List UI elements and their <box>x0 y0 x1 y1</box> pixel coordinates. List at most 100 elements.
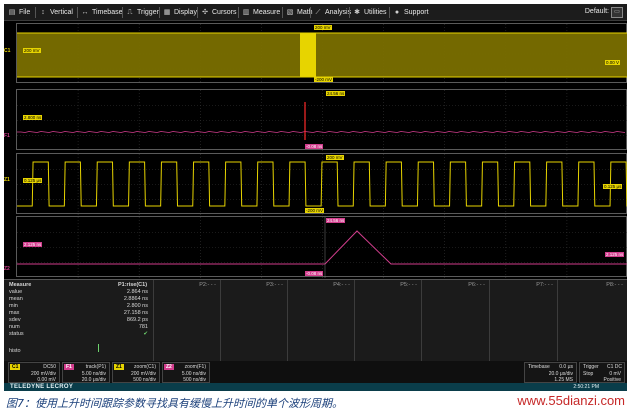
menu-file[interactable]: ▤ File <box>8 6 31 19</box>
timebase-descriptor[interactable]: Timebase 0.0 μs 20.0 μs/div 1.25 MS <box>524 362 577 383</box>
z1-descriptor-tag: Z1 <box>114 364 124 370</box>
cursor-bottom-label: -200 mV <box>305 208 325 213</box>
p5-title: P5:- - - <box>400 282 417 288</box>
measure-p5-column[interactable]: P5:- - - <box>355 280 422 362</box>
row-label-value: value <box>9 289 23 295</box>
cursor-top-label: 24.56 ns <box>326 218 346 223</box>
z2-descriptor[interactable]: Z2 zoom(F1) 5.00 ns/div 500 ns/div <box>162 362 210 383</box>
watermark: www.55dianzi.com <box>517 393 625 408</box>
menu-separator <box>238 7 239 18</box>
menu-timebase[interactable]: ↔ Timebase <box>81 6 123 19</box>
c1-descriptor[interactable]: C1 DC50 200 mV/div 0.00 mV <box>8 362 60 383</box>
row-label-status: status <box>9 331 24 337</box>
grid-f1-track[interactable]: 24.56 ns -0.08 ns 2.800 ns <box>16 89 627 151</box>
oscilloscope-screen: ▤ File ↕ Vertical ↔ Timebase ⎍ Trigger ▦ Disp… <box>4 4 627 391</box>
default-setup-icon: ▭ <box>614 9 620 15</box>
measure-p7-column[interactable]: P7:- - - <box>490 280 558 362</box>
row-label-max: max <box>9 310 20 316</box>
zoom-region-marker <box>300 33 316 77</box>
f1-channel-marker[interactable]: F1 <box>4 133 10 139</box>
c1-coupling: DC50 <box>43 364 56 370</box>
row-label-min: min <box>9 303 18 309</box>
status-ok-icon: ✔ <box>143 331 148 337</box>
menu-bar: ▤ File ↕ Vertical ↔ Timebase ⎍ Trigger ▦ Disp… <box>4 4 627 21</box>
menu-analysis[interactable]: ⟋ Analysis <box>314 6 352 19</box>
grid-c1-overview[interactable]: 200 mV -200 mV 200 mV 0.00 V <box>16 23 627 84</box>
c1-descriptor-tag: C1 <box>10 364 21 370</box>
cursor-bottom-label: -0.08 ns <box>305 144 324 149</box>
menu-separator <box>197 7 198 18</box>
f1-descriptor[interactable]: F1 track(P1) 5.00 ns/div 20.0 μs/div <box>62 362 110 383</box>
menu-separator <box>77 7 78 18</box>
z2-zoom-trace <box>17 217 627 278</box>
default-setup-label: Default: <box>584 8 609 15</box>
measure-p4-column[interactable]: P4:- - - <box>288 280 355 362</box>
p1-max: 27.158 ns <box>123 310 148 316</box>
menu-display[interactable]: ▦ Display <box>163 6 197 19</box>
measure-p3-column[interactable]: P3:- - - <box>221 280 288 362</box>
default-setup-button[interactable]: ▭ <box>611 7 623 18</box>
menu-utilities[interactable]: ✱ Utilities <box>353 6 387 19</box>
measure-p1-column[interactable]: Measure P1:rise(C1) value mean min max s… <box>4 280 154 362</box>
p7-title: P7:- - - <box>536 282 553 288</box>
p1-num: 781 <box>138 324 148 330</box>
z1-channel-marker[interactable]: Z1 <box>4 177 10 183</box>
p1-title: P1:rise(C1) <box>118 282 148 288</box>
histo-mini-bar <box>98 344 99 352</box>
menu-separator <box>389 7 390 18</box>
measure-p2-column[interactable]: P2:- - - <box>154 280 221 362</box>
menu-separator <box>122 7 123 18</box>
menu-separator <box>310 7 311 18</box>
menu-separator <box>282 7 283 18</box>
p2-title: P2:- - - <box>199 282 216 288</box>
row-label-sdev: sdev <box>9 317 21 323</box>
grid-z1-zoom[interactable]: 200 mV -200 mV 0.125 μs 0.125 μs <box>16 153 627 215</box>
timebase-title: Timebase <box>528 364 550 370</box>
file-icon: ▤ <box>8 9 16 16</box>
z1-zoom-trace <box>17 154 627 215</box>
z1-descriptor[interactable]: Z1 zoom(C1) 200 mV/div 500 ns/div <box>112 362 160 383</box>
menu-cursors[interactable]: ✣ Cursors <box>201 6 236 19</box>
c1-channel-marker[interactable]: C1 <box>4 48 10 54</box>
p3-title: P3:- - - <box>266 282 283 288</box>
trigger-icon: ⎍ <box>127 9 133 16</box>
cursors-icon: ✣ <box>202 9 208 16</box>
timebase-offset: 0.0 μs <box>559 364 573 370</box>
row-label-num: num <box>9 324 20 330</box>
menu-separator <box>159 7 160 18</box>
measure-title: Measure <box>9 282 32 288</box>
menu-measure[interactable]: ▥ Measure <box>242 6 281 19</box>
p1-min: 2.800 ns <box>126 303 148 309</box>
row-label-histo: histo <box>9 348 21 354</box>
menu-trigger[interactable]: ⎍ Trigger <box>126 6 159 19</box>
c1-envelope-fill <box>17 33 627 77</box>
z2-descriptor-tag: Z2 <box>164 364 174 370</box>
measure-p6-column[interactable]: P6:- - - <box>422 280 490 362</box>
measure-p8-column[interactable]: P8:- - - <box>558 280 627 362</box>
trigger-mode: Stop <box>583 371 594 377</box>
trigger-source: C1 DC <box>606 364 622 370</box>
utilities-icon: ✱ <box>354 9 360 16</box>
menu-math[interactable]: ▧ Math <box>286 6 313 19</box>
cursor-top-label: 24.56 ns <box>326 91 346 96</box>
f1-track-trace <box>17 90 627 151</box>
grid-z2-zoom[interactable]: 24.56 ns -0.08 ns 2.125 ns 2.125 ns <box>16 216 627 278</box>
cursor-top-label: 200 mV <box>314 25 332 30</box>
menu-support[interactable]: ● Support <box>393 6 429 19</box>
brand-bar: TELEDYNE LECROY 2:50:21 PM <box>4 383 627 391</box>
trigger-descriptor[interactable]: Trigger C1 DC Stop 0 mV Positive <box>579 362 625 383</box>
display-icon: ▦ <box>163 9 171 16</box>
menu-vertical[interactable]: ↕ Vertical <box>39 6 73 19</box>
support-icon: ● <box>394 9 400 16</box>
z2-channel-marker[interactable]: Z2 <box>4 266 10 272</box>
c1-overview-trace <box>17 24 627 84</box>
brand-logo-text: TELEDYNE LECROY <box>10 384 74 390</box>
right-level-label: 0.00 V <box>605 60 621 65</box>
clock: 2:50:21 PM <box>573 384 599 390</box>
z1-square-wave <box>17 161 627 207</box>
z2-function: zoom(F1) <box>184 364 206 370</box>
f1-descriptor-tag: F1 <box>64 364 74 370</box>
p6-title: P6:- - - <box>468 282 485 288</box>
math-icon: ▧ <box>286 9 294 16</box>
right-level-label: 2.125 ns <box>605 252 625 257</box>
